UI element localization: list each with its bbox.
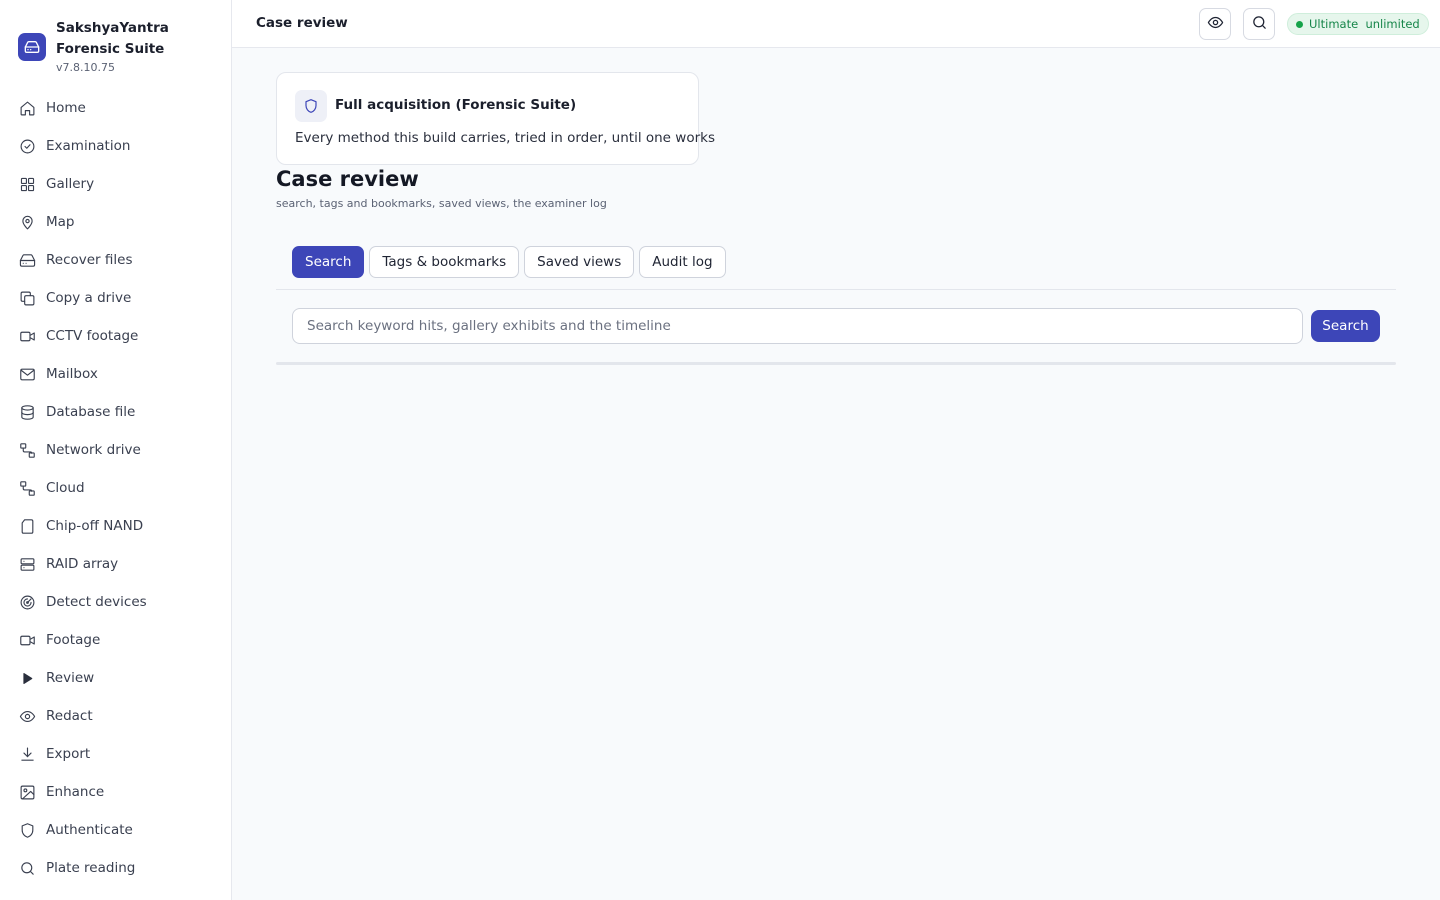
license-label: Ultimate unlimited [1309, 17, 1420, 31]
sidebar-item-label: Plate reading [46, 860, 136, 876]
sidebar-item-label: Authenticate [46, 822, 133, 838]
sidebar-nav: Home Examination Gallery Map Recover fil… [0, 89, 231, 887]
video-icon [18, 631, 36, 649]
eye-icon [1207, 14, 1224, 34]
grid-icon [18, 175, 36, 193]
sidebar-item-label: Gallery [46, 176, 95, 192]
app-version: v7.8.10.75 [56, 61, 115, 74]
sd-card-icon [18, 517, 36, 535]
tab-divider [276, 289, 1396, 290]
sidebar-item-label: Home [46, 100, 86, 116]
sidebar-item-label: Database file [46, 404, 136, 420]
tab-saved-views[interactable]: Saved views [524, 246, 635, 278]
sidebar: SakshyaYantra Forensic Suite v7.8.10.75 … [0, 0, 232, 900]
sidebar-item-copy-a-drive[interactable]: Copy a drive [0, 279, 231, 317]
sidebar-item-export[interactable]: Export [0, 735, 231, 773]
license-badge: Ultimate unlimited [1287, 13, 1429, 35]
hard-drive-icon [18, 251, 36, 269]
sidebar-item-label: Mailbox [46, 366, 98, 382]
sidebar-item-authenticate[interactable]: Authenticate [0, 811, 231, 849]
sidebar-item-label: Examination [46, 138, 131, 154]
sidebar-item-gallery[interactable]: Gallery [0, 165, 231, 203]
shield-icon [18, 821, 36, 839]
sidebar-item-mailbox[interactable]: Mailbox [0, 355, 231, 393]
sidebar-item-label: Recover files [46, 252, 133, 268]
sidebar-item-database-file[interactable]: Database file [0, 393, 231, 431]
sidebar-item-label: Chip-off NAND [46, 518, 144, 534]
sidebar-item-label: Enhance [46, 784, 105, 800]
shield-icon [295, 90, 327, 122]
review-tabs: Search Tags & bookmarks Saved views Audi… [292, 246, 726, 278]
sidebar-item-recover-files[interactable]: Recover files [0, 241, 231, 279]
sidebar-item-examination[interactable]: Examination [0, 127, 231, 165]
page-title: Case review [256, 15, 348, 31]
sidebar-item-cloud[interactable]: Cloud [0, 469, 231, 507]
section-title: Case review [276, 167, 419, 191]
mail-icon [18, 365, 36, 383]
status-dot-icon [1296, 20, 1303, 28]
sidebar-item-label: Network drive [46, 442, 141, 458]
section-subtitle: search, tags and bookmarks, saved views,… [276, 197, 607, 210]
server-icon [18, 555, 36, 573]
sidebar-item-network-drive[interactable]: Network drive [0, 431, 231, 469]
sidebar-item-label: Map [46, 214, 75, 230]
radar-icon [18, 593, 36, 611]
map-pin-icon [18, 213, 36, 231]
acquisition-method-card[interactable]: Full acquisition (Forensic Suite) Every … [276, 72, 715, 165]
sidebar-item-detect-devices[interactable]: Detect devices [0, 583, 231, 621]
sidebar-item-raid-array[interactable]: RAID array [0, 545, 231, 583]
method-title: Full acquisition (Forensic Suite) [335, 97, 577, 113]
sidebar-item-label: Cloud [46, 480, 85, 496]
sidebar-item-footage[interactable]: Footage [0, 621, 231, 659]
video-icon [18, 327, 36, 345]
top-bar: Case review Ultimate unlimited [232, 0, 1440, 48]
tab-search[interactable]: Search [292, 246, 365, 278]
copy-icon [18, 289, 36, 307]
image-icon [18, 783, 36, 801]
tab-tags-bookmarks[interactable]: Tags & bookmarks [369, 246, 520, 278]
database-icon [18, 403, 36, 421]
sidebar-item-plate-reading[interactable]: Plate reading [0, 849, 231, 887]
method-description: Every method this build carries, tried i… [295, 130, 715, 146]
network-icon [18, 479, 36, 497]
search-icon [1251, 14, 1268, 34]
hard-drive-icon [18, 33, 46, 61]
sidebar-item-map[interactable]: Map [0, 203, 231, 241]
search-icon [18, 859, 36, 877]
sidebar-item-enhance[interactable]: Enhance [0, 773, 231, 811]
sidebar-item-label: Detect devices [46, 594, 147, 610]
sidebar-item-chip-off-nand[interactable]: Chip-off NAND [0, 507, 231, 545]
eye-icon [18, 707, 36, 725]
sidebar-item-label: Copy a drive [46, 290, 132, 306]
sidebar-item-review[interactable]: Review [0, 659, 231, 697]
search-button[interactable]: Search [1311, 310, 1380, 342]
play-icon [18, 669, 36, 687]
app-name: SakshyaYantra Forensic Suite [56, 20, 169, 57]
sidebar-item-cctv-footage[interactable]: CCTV footage [0, 317, 231, 355]
tab-audit-log[interactable]: Audit log [639, 246, 726, 278]
results-divider [276, 362, 1396, 365]
network-icon [18, 441, 36, 459]
sidebar-item-redact[interactable]: Redact [0, 697, 231, 735]
sidebar-item-label: Review [46, 670, 95, 686]
global-search-button[interactable] [1243, 8, 1275, 40]
sidebar-item-home[interactable]: Home [0, 89, 231, 127]
sidebar-item-label: RAID array [46, 556, 119, 572]
download-icon [18, 745, 36, 763]
sidebar-item-label: Redact [46, 708, 93, 724]
search-input[interactable] [292, 308, 1303, 344]
preview-button[interactable] [1199, 8, 1231, 40]
brand: SakshyaYantra Forensic Suite v7.8.10.75 [18, 18, 228, 78]
sidebar-item-label: Footage [46, 632, 101, 648]
home-icon [18, 99, 36, 117]
check-circle-icon [18, 137, 36, 155]
sidebar-item-label: Export [46, 746, 91, 762]
sidebar-item-label: CCTV footage [46, 328, 139, 344]
